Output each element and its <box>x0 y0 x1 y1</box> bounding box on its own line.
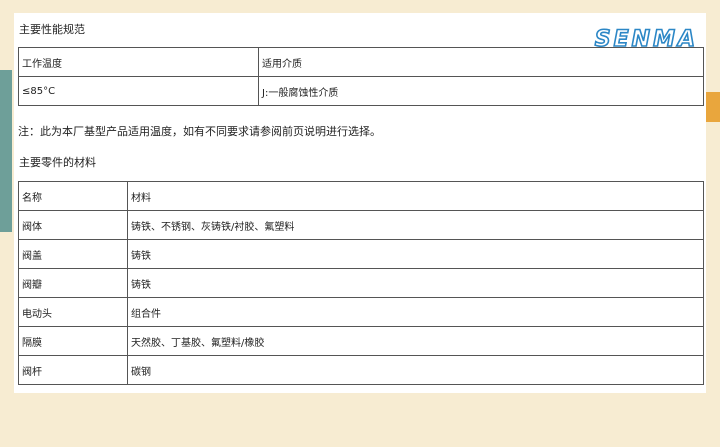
table-row: ≤85°C J:一般腐蚀性介质 <box>18 76 704 106</box>
materials-table: 名称 材料 阀体 铸铁、不锈钢、灰铸铁/衬胶、氟塑料 阀盖 铸铁 阀瓣 铸铁 电… <box>18 181 704 385</box>
table-cell: 适用介质 <box>258 47 704 77</box>
performance-title: 主要性能规范 <box>19 23 85 36</box>
table-cell: 隔膜 <box>18 326 128 356</box>
table-cell: 铸铁 <box>127 268 704 298</box>
table-cell: 组合件 <box>127 297 704 327</box>
table-cell: 阀体 <box>18 210 128 240</box>
right-accent-bar <box>706 92 720 122</box>
table-row: 阀盖 铸铁 <box>18 239 704 269</box>
note-text: 注：此为本厂基型产品适用温度，如有不同要求请参阅前页说明进行选择。 <box>18 125 381 138</box>
table-cell: 铸铁 <box>127 239 704 269</box>
table-row: 阀杆 碳钢 <box>18 355 704 385</box>
left-accent-bar <box>0 70 12 232</box>
table-cell: 工作温度 <box>18 47 259 77</box>
table-cell: 名称 <box>18 181 128 211</box>
table-cell: 阀盖 <box>18 239 128 269</box>
table-cell: J:一般腐蚀性介质 <box>258 76 704 106</box>
table-cell: 电动头 <box>18 297 128 327</box>
document-page: SENMA 主要性能规范 工作温度 适用介质 ≤85°C J:一般腐蚀性介质 注… <box>14 13 706 393</box>
table-cell: ≤85°C <box>18 76 259 106</box>
table-row: 阀瓣 铸铁 <box>18 268 704 298</box>
materials-title: 主要零件的材料 <box>19 156 96 169</box>
table-row: 电动头 组合件 <box>18 297 704 327</box>
table-row: 隔膜 天然胶、丁基胶、氟塑料/橡胶 <box>18 326 704 356</box>
table-cell: 天然胶、丁基胶、氟塑料/橡胶 <box>127 326 704 356</box>
table-cell: 阀瓣 <box>18 268 128 298</box>
table-row: 名称 材料 <box>18 181 704 211</box>
table-row: 阀体 铸铁、不锈钢、灰铸铁/衬胶、氟塑料 <box>18 210 704 240</box>
table-row: 工作温度 适用介质 <box>18 47 704 77</box>
table-cell: 碳钢 <box>127 355 704 385</box>
performance-table: 工作温度 适用介质 ≤85°C J:一般腐蚀性介质 <box>18 47 704 106</box>
table-cell: 材料 <box>127 181 704 211</box>
table-cell: 阀杆 <box>18 355 128 385</box>
table-cell: 铸铁、不锈钢、灰铸铁/衬胶、氟塑料 <box>127 210 704 240</box>
